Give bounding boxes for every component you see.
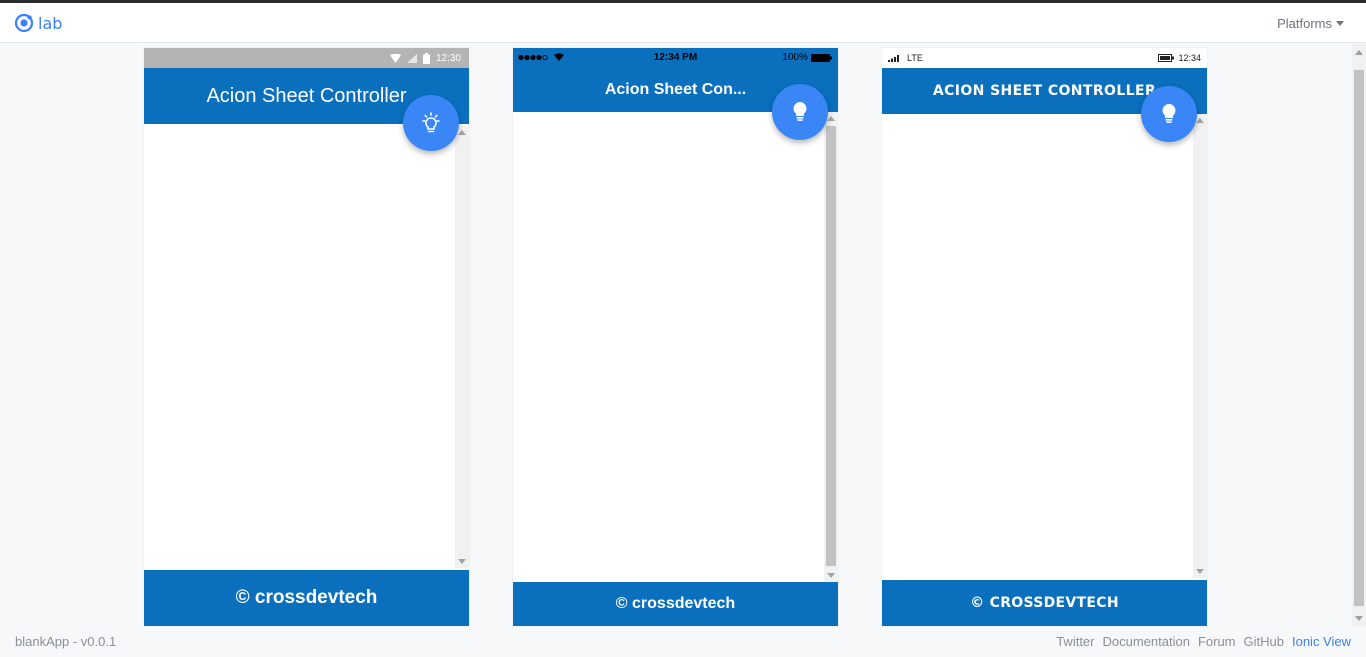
- ios-scrollbar[interactable]: [824, 112, 838, 582]
- battery-icon: [422, 52, 430, 64]
- scroll-down-arrow-icon[interactable]: [1196, 569, 1204, 574]
- android-fab-button[interactable]: [403, 95, 459, 151]
- windows-fab-button[interactable]: [1141, 86, 1197, 142]
- android-device-preview: 12:30 Acion Sheet Controller © crossdevt…: [144, 48, 469, 626]
- platforms-dropdown[interactable]: Platforms: [1277, 16, 1344, 31]
- android-title: Acion Sheet Controller: [206, 84, 407, 107]
- windows-footer: © CROSSDEVTECH: [882, 580, 1207, 626]
- android-status-bar: 12:30: [144, 48, 469, 68]
- windows-footer-text: © CROSSDEVTECH: [970, 595, 1119, 611]
- android-footer: © crossdevtech: [144, 570, 469, 626]
- bulb-outline-icon: [422, 112, 440, 133]
- windows-device-preview: LTE 12:34 ACION SHEET CONTROLLER © CROSS…: [882, 48, 1207, 626]
- android-content[interactable]: [144, 124, 469, 570]
- battery-icon: [1158, 54, 1174, 62]
- caret-down-icon: [1336, 21, 1344, 26]
- windows-scrollbar[interactable]: [1193, 114, 1207, 578]
- ios-status-bar: 12:34 PM 100%: [513, 48, 838, 68]
- lab-footer: blankApp - v0.0.1 Twitter Documentation …: [0, 627, 1366, 657]
- windows-status-time: 12:34: [1178, 53, 1201, 63]
- signal-icon: [406, 53, 417, 63]
- ios-footer-text: © crossdevtech: [615, 595, 736, 612]
- ios-content[interactable]: [513, 112, 838, 582]
- scroll-up-arrow-icon[interactable]: [1355, 50, 1363, 55]
- windows-content[interactable]: [882, 114, 1207, 580]
- signal-bars-icon: [888, 55, 899, 62]
- scroll-down-arrow-icon[interactable]: [827, 573, 835, 578]
- wifi-icon: [389, 53, 401, 63]
- scroll-down-arrow-icon[interactable]: [458, 559, 466, 564]
- ios-title: Acion Sheet Con...: [604, 81, 747, 98]
- scrollbar-thumb[interactable]: [1354, 70, 1364, 606]
- lab-header: lab Platforms: [0, 3, 1366, 43]
- ionic-lab-logo[interactable]: lab: [14, 13, 62, 33]
- logo-text: lab: [38, 13, 63, 33]
- ios-device-preview: 12:34 PM 100% Acion Sheet Con... © cross…: [513, 48, 838, 626]
- twitter-link[interactable]: Twitter: [1056, 634, 1094, 649]
- ios-fab-button[interactable]: [772, 84, 828, 140]
- android-status-time: 12:30: [435, 52, 461, 64]
- footer-links: Twitter Documentation Forum GitHub Ionic…: [1056, 634, 1351, 649]
- scroll-up-arrow-icon[interactable]: [827, 116, 835, 121]
- app-version: blankApp - v0.0.1: [15, 634, 117, 649]
- platforms-label: Platforms: [1277, 16, 1332, 31]
- ionic-logo-icon: [14, 13, 34, 33]
- page-scrollbar[interactable]: [1352, 44, 1366, 627]
- android-scrollbar[interactable]: [455, 126, 469, 568]
- bulb-icon: [793, 102, 807, 121]
- scroll-up-arrow-icon[interactable]: [458, 130, 466, 135]
- android-footer-text: © crossdevtech: [235, 587, 378, 608]
- scroll-up-arrow-icon[interactable]: [1196, 118, 1204, 123]
- scroll-down-arrow-icon[interactable]: [1355, 616, 1363, 621]
- bulb-icon: [1162, 104, 1176, 123]
- windows-status-network: LTE: [907, 53, 923, 63]
- windows-status-bar: LTE 12:34: [882, 48, 1207, 68]
- forum-link[interactable]: Forum: [1198, 634, 1236, 649]
- documentation-link[interactable]: Documentation: [1103, 634, 1190, 649]
- ionic-view-link[interactable]: Ionic View: [1292, 634, 1351, 649]
- ios-status-battery: 100%: [782, 52, 808, 63]
- battery-icon: [811, 54, 832, 62]
- scrollbar-thumb[interactable]: [826, 126, 836, 566]
- ios-footer: © crossdevtech: [513, 582, 838, 626]
- windows-title: ACION SHEET CONTROLLER: [932, 83, 1157, 99]
- github-link[interactable]: GitHub: [1244, 634, 1284, 649]
